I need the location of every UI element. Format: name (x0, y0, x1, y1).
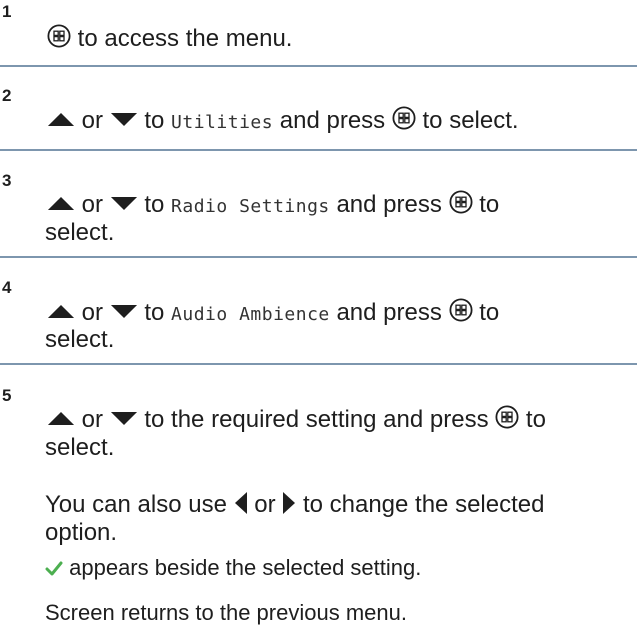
note-text: option. (45, 519, 118, 546)
note-text: to change the selected (302, 491, 545, 518)
note-line: You can also use or to change the select… (45, 490, 544, 520)
divider (0, 256, 637, 258)
step-number: 3 (2, 171, 12, 190)
right-arrow-icon (282, 491, 296, 515)
up-arrow-icon (47, 304, 75, 319)
up-arrow-icon (47, 112, 75, 127)
to-text: to (144, 299, 165, 326)
to-text: to (479, 299, 500, 326)
up-arrow-icon (47, 196, 75, 211)
step-line: select. (45, 325, 114, 355)
or-text: or (81, 191, 104, 218)
step-line: or to Radio Settings and press to (47, 190, 499, 222)
menu-ok-button-icon (47, 24, 71, 48)
down-arrow-icon (110, 196, 138, 211)
step-line: or to the required setting and press to (47, 405, 546, 435)
select-text: select. (45, 434, 115, 461)
step-number: 2 (2, 86, 12, 105)
and-press-text: and press (279, 107, 386, 134)
or-text: or (81, 406, 104, 433)
to-text: to (479, 191, 500, 218)
and-press-text: and press (336, 191, 442, 218)
or-text: or (81, 107, 104, 134)
step-line: or to Audio Ambience and press to (47, 298, 499, 330)
down-arrow-icon (110, 112, 138, 127)
down-arrow-icon (110, 411, 138, 426)
note-text: Screen returns to the previous menu. (45, 600, 407, 625)
note-line: appears beside the selected setting. (45, 553, 421, 583)
step-line: select. (45, 218, 114, 248)
step-text: to the required setting and press (144, 406, 489, 433)
step-number: 1 (2, 2, 12, 21)
to-text: to (525, 406, 546, 433)
note-text: You can also use (45, 491, 227, 518)
to-text: to (144, 107, 165, 134)
up-arrow-icon (47, 411, 75, 426)
left-arrow-icon (234, 491, 248, 515)
step-line: to access the menu. (47, 24, 292, 54)
menu-target: Radio Settings (171, 196, 330, 217)
divider (0, 65, 637, 67)
or-text: or (254, 491, 276, 518)
divider (0, 363, 637, 365)
menu-target: Audio Ambience (171, 304, 330, 325)
checkmark-icon (45, 561, 63, 576)
note-text: appears beside the selected setting. (69, 555, 422, 580)
or-text: or (81, 299, 104, 326)
menu-ok-button-icon (392, 106, 416, 130)
step-line: or to Utilities and press to select. (47, 106, 519, 138)
menu-ok-button-icon (449, 190, 473, 214)
step-text: to access the menu. (77, 25, 293, 52)
select-text: select. (45, 326, 115, 353)
step-number: 5 (2, 386, 12, 405)
divider (0, 149, 637, 151)
down-arrow-icon (110, 304, 138, 319)
step-number: 4 (2, 278, 12, 297)
select-text: select. (45, 219, 115, 246)
and-press-text: and press (336, 299, 442, 326)
step-line: select. (45, 433, 114, 463)
menu-target: Utilities (171, 112, 274, 133)
note-line: option. (45, 518, 117, 548)
menu-ok-button-icon (449, 298, 473, 322)
to-select-text: to select. (422, 107, 519, 134)
to-text: to (144, 191, 165, 218)
note-line: Screen returns to the previous menu. (45, 598, 407, 628)
menu-ok-button-icon (495, 405, 519, 429)
